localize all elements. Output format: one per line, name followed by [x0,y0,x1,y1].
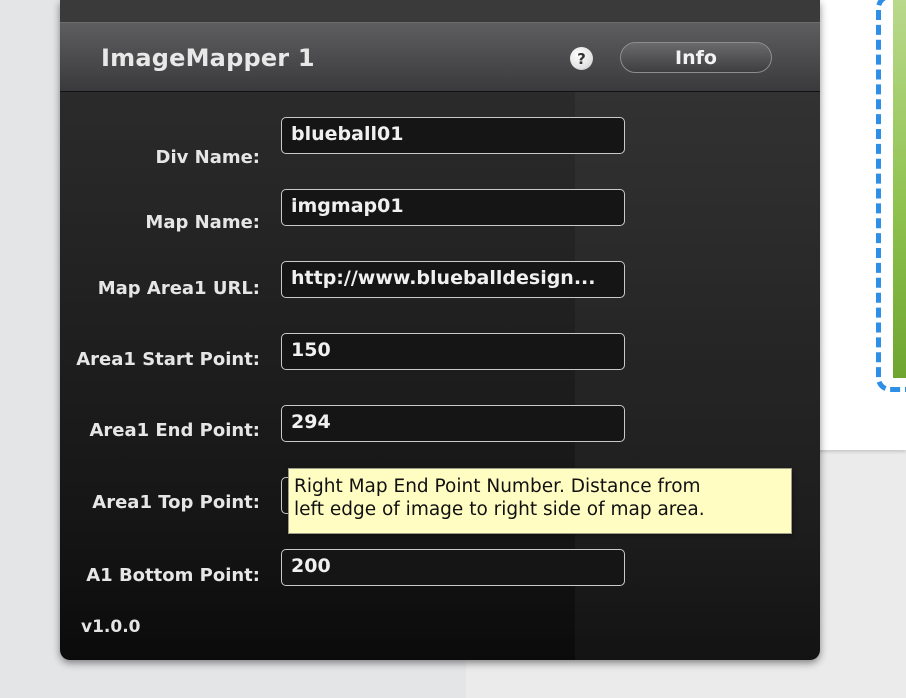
map-name-field[interactable]: imgmap01 [281,189,625,226]
a1-bottom-point-field[interactable]: 200 [281,549,625,586]
tooltip-line-2: left edge of image to right side of map … [294,499,705,520]
imagemapper-panel: ImageMapper 1 ? Info Div Name: blueball0… [60,0,820,660]
map-area1-url-field[interactable]: http://www.blueballdesign... [281,261,625,298]
div-name-field[interactable]: blueball01 [281,117,625,154]
area1-end-point-field[interactable]: 294 [281,405,625,442]
a1-bottom-point-label: A1 Bottom Point: [86,565,260,586]
area1-start-point-label: Area1 Start Point: [76,349,260,370]
panel-title: ImageMapper 1 [101,44,315,72]
map-name-label: Map Name: [145,212,260,233]
selected-element-frame[interactable] [876,0,906,392]
map-area1-url-label: Map Area1 URL: [97,278,260,299]
area1-end-point-label: Area1 End Point: [89,420,260,441]
div-name-label: Div Name: [155,147,260,168]
area1-top-point-label: Area1 Top Point: [92,492,260,513]
area1-start-point-field[interactable]: 150 [281,333,625,370]
info-button[interactable]: Info [620,42,772,73]
question-mark-icon[interactable]: ? [570,47,593,70]
version-label: v1.0.0 [81,617,141,637]
tooltip: Right Map End Point Number. Distance fro… [288,468,792,534]
tooltip-line-1: Right Map End Point Number. Distance fro… [294,476,701,497]
panel-top-strip [60,0,820,22]
